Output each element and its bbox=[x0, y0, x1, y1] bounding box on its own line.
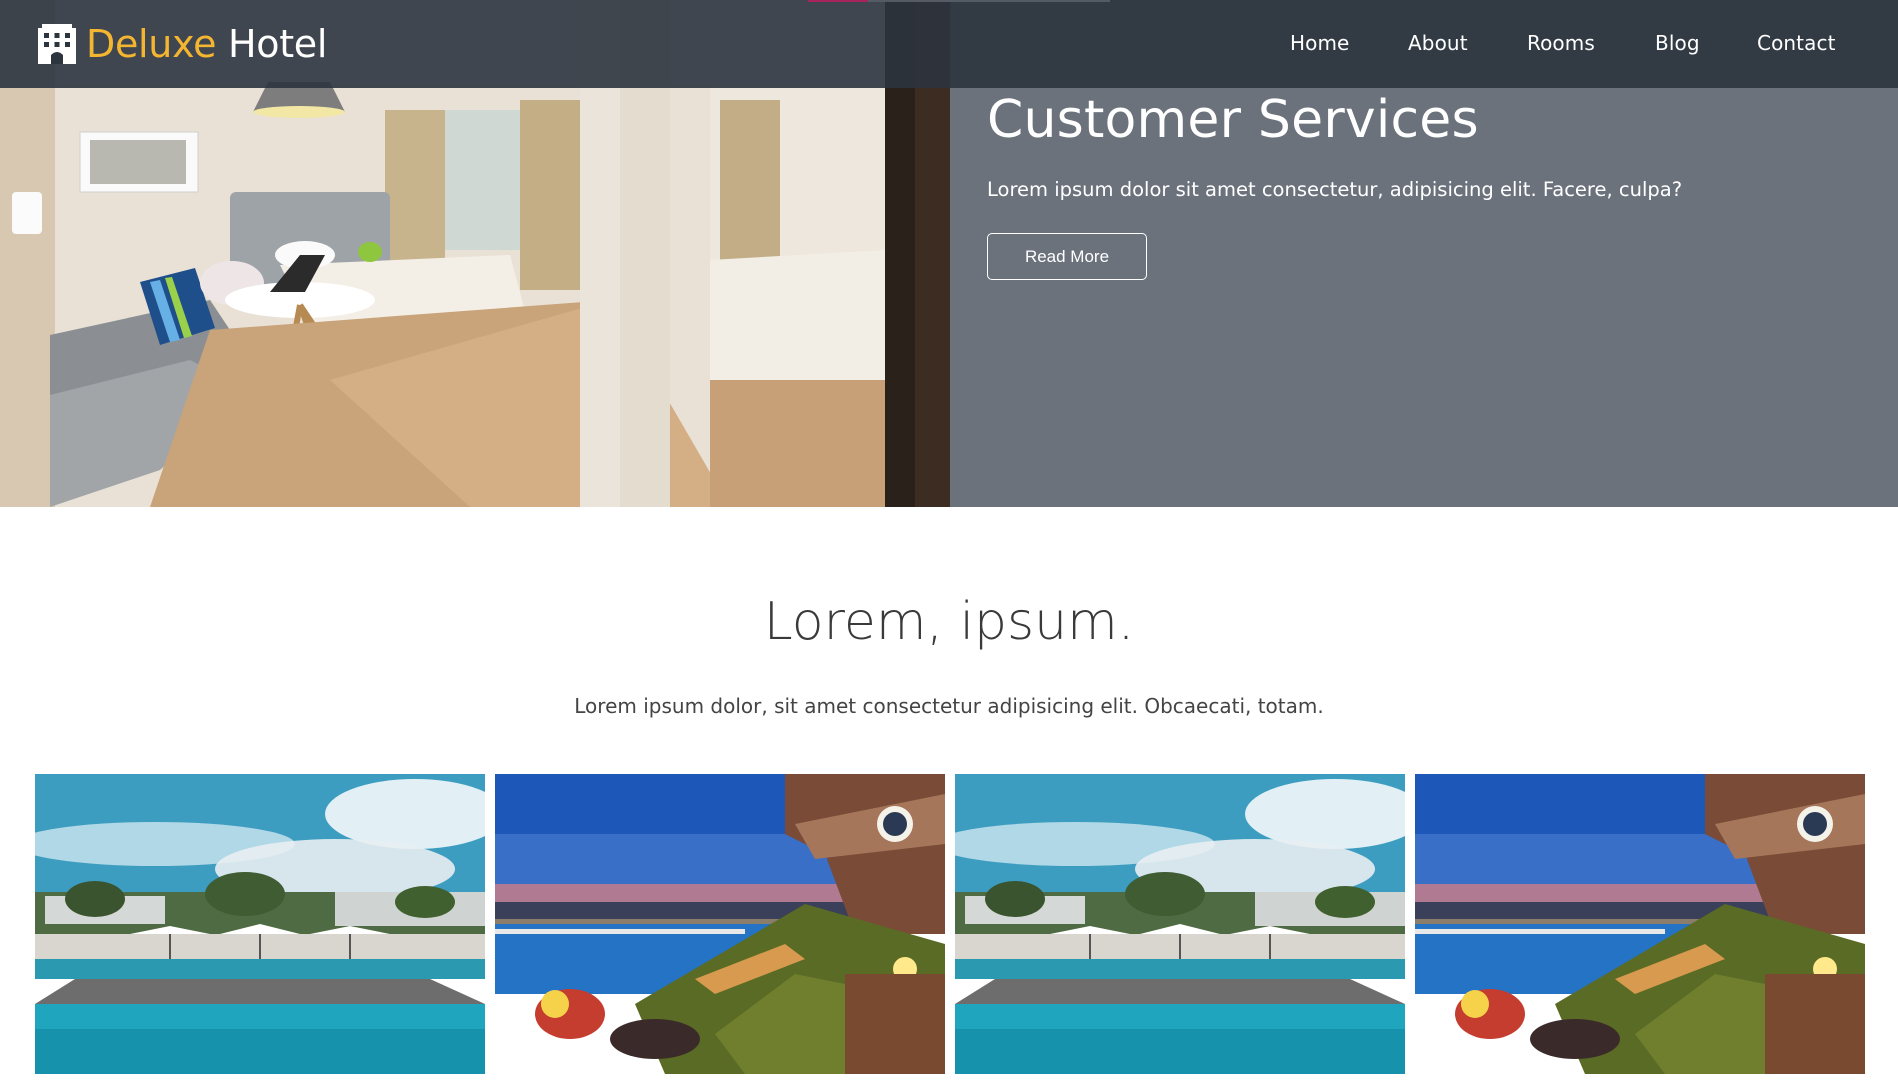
brand-name: Deluxe Hotel bbox=[86, 22, 327, 66]
section-description: Lorem ipsum dolor, sit amet consectetur … bbox=[574, 694, 1324, 718]
nav-blog[interactable]: Blog bbox=[1655, 31, 1700, 55]
section-title: Lorem, ipsum. bbox=[763, 592, 1135, 652]
gallery-image-day-pool[interactable] bbox=[35, 774, 485, 1074]
top-accent-bar bbox=[808, 0, 1110, 2]
nav-about[interactable]: About bbox=[1408, 31, 1468, 55]
nav-home[interactable]: Home bbox=[1290, 31, 1349, 55]
nav-rooms[interactable]: Rooms bbox=[1527, 31, 1595, 55]
navbar: Deluxe Hotel Home About Rooms Blog Conta… bbox=[0, 0, 1898, 88]
read-more-button[interactable]: Read More bbox=[987, 233, 1147, 280]
hero-description: Lorem ipsum dolor sit amet consectetur, … bbox=[987, 178, 1683, 201]
hotel-building-icon bbox=[38, 24, 76, 64]
brand-name-plain: Hotel bbox=[227, 22, 328, 66]
hero-title: Customer Services bbox=[987, 90, 1479, 150]
brand-logo-link[interactable]: Deluxe Hotel bbox=[38, 20, 327, 68]
brand-name-accent: Deluxe bbox=[86, 22, 217, 66]
gallery-image-night-terrace-2[interactable] bbox=[1415, 774, 1865, 1074]
gallery-image-night-terrace[interactable] bbox=[495, 774, 945, 1074]
gallery-image-day-pool-2[interactable] bbox=[955, 774, 1405, 1074]
gallery bbox=[35, 774, 1865, 1074]
nav-contact[interactable]: Contact bbox=[1757, 31, 1836, 55]
